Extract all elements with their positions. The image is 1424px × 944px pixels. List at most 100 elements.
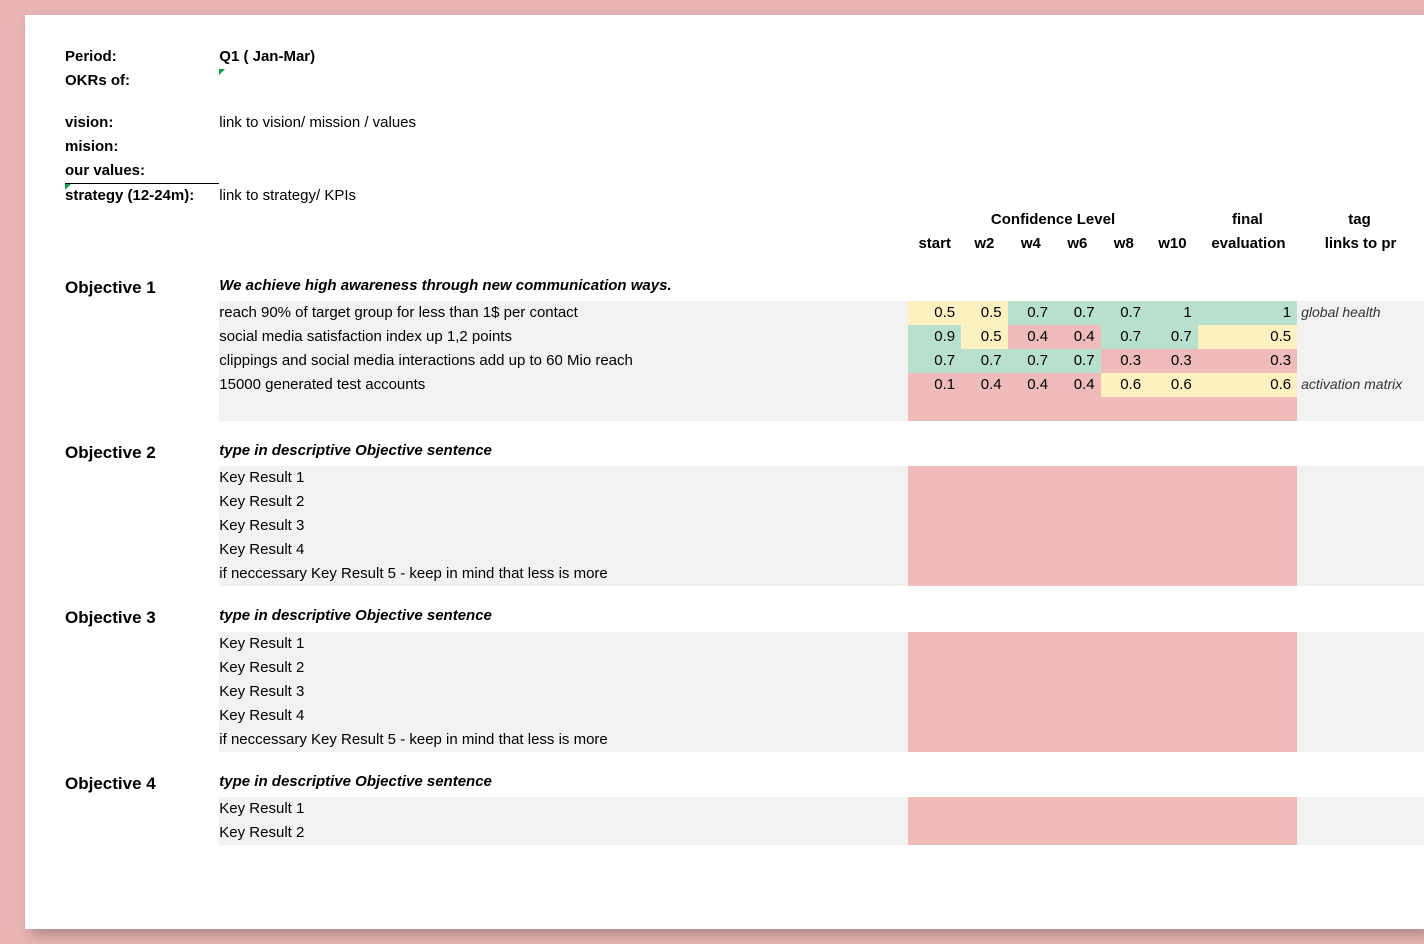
obj1-kr4-w6[interactable]: 0.4: [1054, 373, 1100, 397]
obj1-kr1-w4[interactable]: 0.7: [1008, 301, 1054, 325]
obj3-kr1[interactable]: Key Result 1: [219, 632, 908, 656]
obj1-kr2-desc[interactable]: social media satisfaction index up 1,2 p…: [219, 325, 908, 349]
row-obj3-kr2: Key Result 2: [65, 656, 1424, 680]
obj1-kr1-w2[interactable]: 0.5: [961, 301, 1007, 325]
row-strategy: strategy (12-24m): link to strategy/ KPI…: [65, 184, 1424, 209]
obj3-kr5[interactable]: if neccessary Key Result 5 - keep in min…: [219, 728, 908, 752]
obj1-kr4-w4[interactable]: 0.4: [1008, 373, 1054, 397]
row-obj1-kr4: 15000 generated test accounts 0.1 0.4 0.…: [65, 373, 1424, 397]
obj1-kr3-w4[interactable]: 0.7: [1008, 349, 1054, 373]
row-obj2-kr2: Key Result 2: [65, 490, 1424, 514]
mision-label: mision:: [65, 135, 219, 159]
obj1-kr4-w10[interactable]: 0.6: [1147, 373, 1198, 397]
row-values: our values:: [65, 159, 1424, 184]
vision-value[interactable]: link to vision/ mission / values: [219, 111, 908, 135]
okrs-of-value[interactable]: [219, 69, 908, 93]
obj1-kr3-w10[interactable]: 0.3: [1147, 349, 1198, 373]
obj1-kr2-w8[interactable]: 0.7: [1101, 325, 1147, 349]
obj1-kr3-tag[interactable]: [1297, 349, 1424, 373]
obj4-label: Objective 4: [65, 770, 219, 797]
obj1-kr4-final[interactable]: 0.6: [1198, 373, 1297, 397]
row-obj4-kr2: Key Result 2: [65, 821, 1424, 845]
obj1-kr5-w8[interactable]: [1101, 397, 1147, 421]
our-values-value[interactable]: [219, 159, 908, 184]
obj2-kr5[interactable]: if neccessary Key Result 5 - keep in min…: [219, 562, 908, 586]
row-obj1-kr5: [65, 397, 1424, 421]
our-values-label: our values:: [65, 159, 219, 184]
header-confidence: Confidence Level: [908, 208, 1197, 232]
obj1-kr3-w8[interactable]: 0.3: [1101, 349, 1147, 373]
obj1-kr2-w10[interactable]: 0.7: [1147, 325, 1198, 349]
obj1-kr5-w2[interactable]: [961, 397, 1007, 421]
obj1-kr4-w8[interactable]: 0.6: [1101, 373, 1147, 397]
obj1-kr5-final[interactable]: [1198, 397, 1297, 421]
obj2-title[interactable]: type in descriptive Objective sentence: [219, 439, 908, 466]
obj1-kr2-w2[interactable]: 0.5: [961, 325, 1007, 349]
obj1-kr3-final[interactable]: 0.3: [1198, 349, 1297, 373]
strategy-value[interactable]: link to strategy/ KPIs: [219, 184, 908, 209]
obj1-kr1-start[interactable]: 0.5: [908, 301, 961, 325]
obj1-kr4-start[interactable]: 0.1: [908, 373, 961, 397]
obj1-kr2-w6[interactable]: 0.4: [1054, 325, 1100, 349]
strategy-label: strategy (12-24m):: [65, 184, 219, 209]
row-obj2-kr3: Key Result 3: [65, 514, 1424, 538]
obj1-kr3-start[interactable]: 0.7: [908, 349, 961, 373]
obj2-kr4[interactable]: Key Result 4: [219, 538, 908, 562]
row-obj2-title: Objective 2 type in descriptive Objectiv…: [65, 439, 1424, 466]
obj1-kr3-w6[interactable]: 0.7: [1054, 349, 1100, 373]
okr-table: Period: Q1 ( Jan-Mar) OKRs of: vision: l…: [65, 45, 1424, 845]
obj1-kr1-tag[interactable]: global health: [1297, 301, 1424, 325]
header-w10: w10: [1147, 232, 1198, 256]
okr-sheet: Period: Q1 ( Jan-Mar) OKRs of: vision: l…: [25, 15, 1424, 929]
row-header-1: Confidence Level final tag: [65, 208, 1424, 232]
period-value[interactable]: Q1 ( Jan-Mar): [219, 45, 908, 69]
obj1-kr1-desc[interactable]: reach 90% of target group for less than …: [219, 301, 908, 325]
row-mision: mision:: [65, 135, 1424, 159]
row-obj2-kr1: Key Result 1: [65, 466, 1424, 490]
obj1-kr4-tag[interactable]: activation matrix: [1297, 373, 1424, 397]
obj3-kr4[interactable]: Key Result 4: [219, 704, 908, 728]
obj1-kr2-final[interactable]: 0.5: [1198, 325, 1297, 349]
row-period: Period: Q1 ( Jan-Mar): [65, 45, 1424, 69]
obj3-kr2[interactable]: Key Result 2: [219, 656, 908, 680]
row-obj1-kr2: social media satisfaction index up 1,2 p…: [65, 325, 1424, 349]
obj1-kr3-w2[interactable]: 0.7: [961, 349, 1007, 373]
obj1-kr5-w10[interactable]: [1147, 397, 1198, 421]
header-w2: w2: [961, 232, 1007, 256]
obj4-title[interactable]: type in descriptive Objective sentence: [219, 770, 908, 797]
obj1-kr4-desc[interactable]: 15000 generated test accounts: [219, 373, 908, 397]
row-obj3-kr1: Key Result 1: [65, 632, 1424, 656]
obj1-kr2-tag[interactable]: [1297, 325, 1424, 349]
obj3-kr3[interactable]: Key Result 3: [219, 680, 908, 704]
obj1-kr1-w10[interactable]: 1: [1147, 301, 1198, 325]
header-w8: w8: [1101, 232, 1147, 256]
obj4-kr1[interactable]: Key Result 1: [219, 797, 908, 821]
obj1-kr2-start[interactable]: 0.9: [908, 325, 961, 349]
obj2-kr2[interactable]: Key Result 2: [219, 490, 908, 514]
obj1-kr1-final[interactable]: 1: [1198, 301, 1297, 325]
row-obj1-kr1: reach 90% of target group for less than …: [65, 301, 1424, 325]
obj1-title[interactable]: We achieve high awareness through new co…: [219, 274, 908, 301]
obj3-label: Objective 3: [65, 604, 219, 631]
obj1-kr2-w4[interactable]: 0.4: [1008, 325, 1054, 349]
row-obj4-kr1: Key Result 1: [65, 797, 1424, 821]
obj4-kr2[interactable]: Key Result 2: [219, 821, 908, 845]
obj1-kr5-desc[interactable]: [219, 397, 908, 421]
obj1-kr5-start[interactable]: [908, 397, 961, 421]
obj1-kr3-desc[interactable]: clippings and social media interactions …: [219, 349, 908, 373]
mision-value[interactable]: [219, 135, 908, 159]
obj2-kr3[interactable]: Key Result 3: [219, 514, 908, 538]
obj1-kr5-tag[interactable]: [1297, 397, 1424, 421]
obj1-kr1-w8[interactable]: 0.7: [1101, 301, 1147, 325]
row-obj2-kr5: if neccessary Key Result 5 - keep in min…: [65, 562, 1424, 586]
header-start: start: [908, 232, 961, 256]
row-obj3-title: Objective 3 type in descriptive Objectiv…: [65, 604, 1424, 631]
obj1-kr4-w2[interactable]: 0.4: [961, 373, 1007, 397]
obj1-kr5-w6[interactable]: [1054, 397, 1100, 421]
obj2-kr1[interactable]: Key Result 1: [219, 466, 908, 490]
obj1-kr1-w6[interactable]: 0.7: [1054, 301, 1100, 325]
obj1-kr5-w4[interactable]: [1008, 397, 1054, 421]
header-tag-2: links to pr: [1297, 232, 1424, 256]
obj3-title[interactable]: type in descriptive Objective sentence: [219, 604, 908, 631]
header-final-2: evaluation: [1198, 232, 1297, 256]
